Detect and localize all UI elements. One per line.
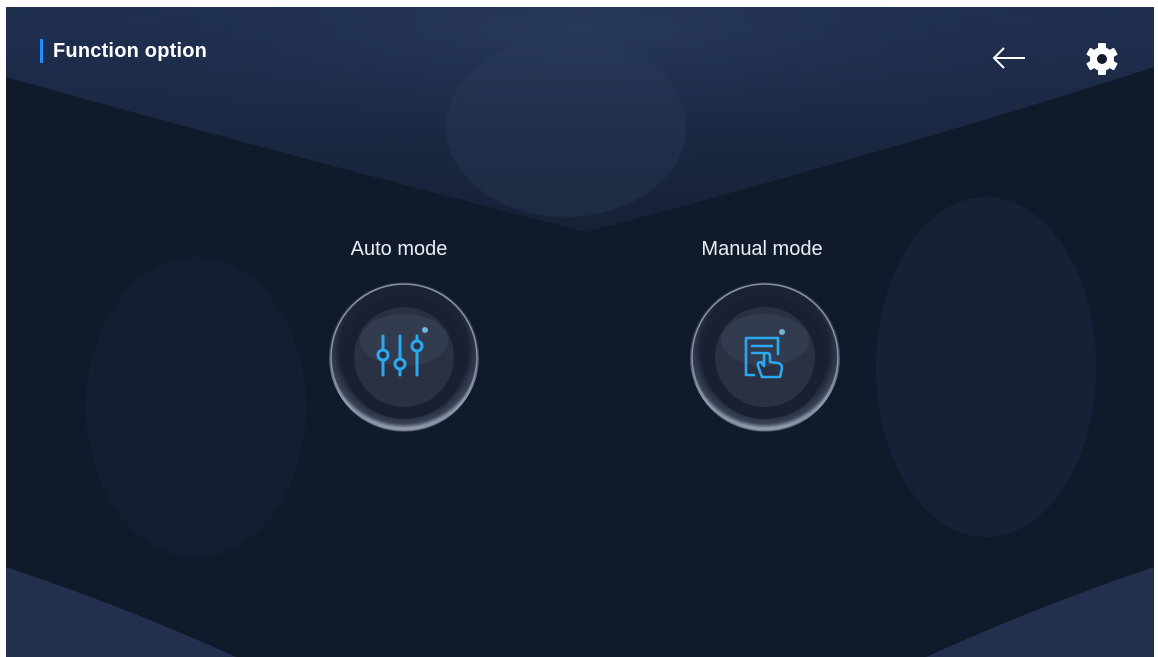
settings-button[interactable] [1084,41,1120,77]
page-title: Function option [40,37,207,65]
page-title-text: Function option [53,39,208,62]
gear-icon [1086,43,1118,75]
auto-mode-label: Auto mode [350,238,448,260]
app-screen: Function option Auto mode Manual mode [6,7,1154,657]
auto-mode-button[interactable] [327,280,481,434]
background-decoration [6,7,1154,657]
back-button[interactable] [989,43,1029,73]
manual-mode-label: Manual mode [701,238,823,260]
arrow-left-icon [992,47,1025,69]
manual-mode-circle [690,282,840,432]
manual-mode-option: Manual mode [662,235,862,263]
title-accent-bar [40,39,43,63]
auto-mode-circle [329,282,479,432]
manual-mode-button[interactable] [688,280,842,434]
auto-mode-option: Auto mode [299,235,499,263]
